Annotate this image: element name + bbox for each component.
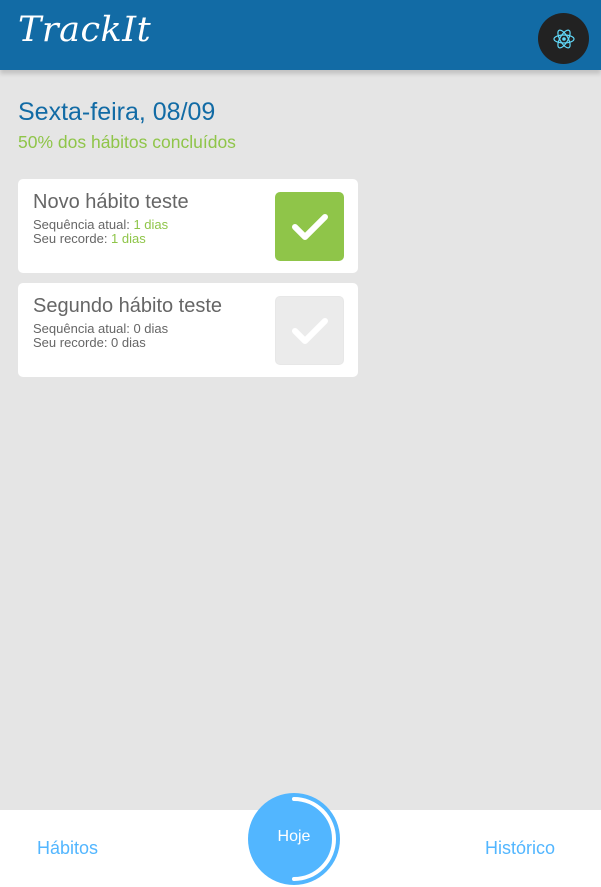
- habit-name: Segundo hábito teste: [33, 295, 223, 317]
- current-streak: Sequência atual: 0 dias: [33, 322, 168, 336]
- check-icon: [291, 213, 328, 240]
- check-icon: [291, 317, 328, 344]
- habit-card: Segundo hábito teste Sequência atual: 0 …: [18, 283, 358, 377]
- habit-stats: Sequência atual: 0 dias Seu recorde: 0 d…: [33, 322, 168, 349]
- page-title: Sexta-feira, 08/09: [18, 98, 216, 126]
- record-streak-label: Seu recorde:: [33, 230, 112, 246]
- habit-name: Novo hábito teste: [33, 191, 189, 213]
- record-streak-value: 1 dias: [111, 230, 146, 246]
- react-atom-icon: [552, 29, 575, 48]
- habit-stats: Sequência atual: 1 dias Seu recorde: 1 d…: [33, 218, 168, 245]
- habits-link[interactable]: Hábitos: [37, 838, 98, 859]
- record-streak: Seu recorde: 1 dias: [33, 230, 168, 246]
- progress-summary: 50% dos hábitos concluídos: [18, 132, 236, 152]
- history-link[interactable]: Histórico: [485, 838, 555, 859]
- record-streak-label: Seu recorde:: [33, 334, 112, 350]
- habit-card: Novo hábito teste Sequência atual: 1 dia…: [18, 179, 358, 273]
- user-avatar[interactable]: [538, 13, 589, 64]
- today-button[interactable]: Hoje: [248, 793, 340, 885]
- app-logo: TrackIt: [18, 10, 152, 50]
- top-bar: TrackIt: [0, 0, 601, 70]
- current-streak: Sequência atual: 1 dias: [33, 218, 168, 232]
- habit-check-button[interactable]: [275, 296, 344, 365]
- habit-check-button[interactable]: [275, 192, 344, 261]
- record-streak-value: 0 dias: [111, 334, 146, 350]
- today-button-label: Hoje: [277, 828, 311, 845]
- record-streak: Seu recorde: 0 dias: [33, 334, 168, 350]
- app-frame: TrackIt Sexta-feira, 08/09 50% dos hábit…: [0, 0, 601, 887]
